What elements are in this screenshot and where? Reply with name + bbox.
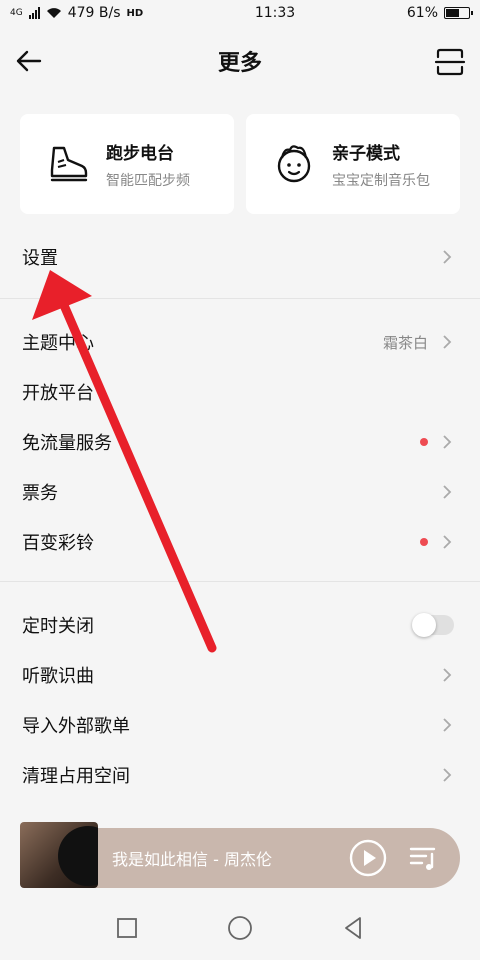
signal-icon bbox=[28, 7, 40, 19]
battery-fill bbox=[446, 9, 459, 17]
chevron-right-icon bbox=[443, 718, 452, 732]
chevron-right-icon bbox=[443, 768, 452, 782]
running-radio-card[interactable]: 跑步电台 智能匹配步频 bbox=[20, 114, 234, 214]
status-left: 4G 479 B/s HD bbox=[10, 5, 143, 21]
status-bar: 4G 479 B/s HD 11:33 61% bbox=[0, 0, 480, 26]
chevron-right-icon bbox=[443, 435, 452, 449]
item-label: 百变彩铃 bbox=[22, 533, 94, 554]
item-label: 票务 bbox=[22, 483, 58, 504]
chevron-right-icon bbox=[443, 250, 452, 264]
item-label: 开放平台 bbox=[22, 383, 94, 404]
item-label: 听歌识曲 bbox=[22, 666, 94, 687]
list-item-song-recognition[interactable]: 听歌识曲 bbox=[0, 650, 480, 700]
list-item-clear-storage[interactable]: 清理占用空间 bbox=[0, 750, 480, 800]
item-label: 导入外部歌单 bbox=[22, 716, 130, 737]
running-shoe-icon bbox=[50, 146, 88, 182]
new-dot-badge bbox=[420, 438, 428, 446]
list-item-import-playlist[interactable]: 导入外部歌单 bbox=[0, 700, 480, 750]
divider bbox=[0, 581, 480, 582]
play-icon[interactable] bbox=[348, 838, 388, 878]
clock: 11:33 bbox=[254, 5, 296, 21]
kids-mode-text: 亲子模式 宝宝定制音乐包 bbox=[332, 139, 430, 190]
list-item-settings[interactable]: 设置 bbox=[0, 230, 480, 284]
list-item-sleep-timer[interactable]: 定时关闭 bbox=[0, 600, 480, 650]
list-item-tickets[interactable]: 票务 bbox=[0, 467, 480, 517]
recent-apps-icon[interactable] bbox=[112, 913, 142, 943]
chevron-right-icon bbox=[443, 668, 452, 682]
vinyl-disc bbox=[58, 826, 98, 886]
network-label: 4G bbox=[10, 8, 23, 18]
card-title: 亲子模式 bbox=[332, 143, 400, 164]
page-title: 更多 bbox=[217, 51, 262, 76]
item-label: 设置 bbox=[22, 248, 58, 269]
baby-face-icon bbox=[277, 145, 311, 183]
back-triangle-icon[interactable] bbox=[338, 913, 368, 943]
wifi-icon bbox=[46, 8, 61, 18]
item-label: 清理占用空间 bbox=[22, 766, 130, 787]
item-label: 免流量服务 bbox=[22, 433, 112, 454]
feature-cards: 跑步电台 智能匹配步频 亲子模式 宝宝定制音乐包 bbox=[20, 114, 460, 214]
list-item-free-data[interactable]: 免流量服务 bbox=[0, 417, 480, 467]
list-item-ringtone[interactable]: 百变彩铃 bbox=[0, 517, 480, 567]
scan-icon[interactable] bbox=[434, 46, 466, 78]
playlist-icon[interactable] bbox=[408, 842, 440, 874]
divider bbox=[0, 298, 480, 299]
card-title: 跑步电台 bbox=[106, 143, 174, 164]
album-cover[interactable] bbox=[20, 822, 98, 888]
battery-icon bbox=[444, 7, 473, 19]
system-nav-bar bbox=[0, 896, 480, 960]
now-playing-title: 我是如此相信 - 周杰伦 bbox=[112, 850, 272, 869]
kids-mode-card[interactable]: 亲子模式 宝宝定制音乐包 bbox=[246, 114, 460, 214]
item-value: 霜茶白 bbox=[382, 333, 428, 352]
sleep-timer-toggle[interactable] bbox=[412, 613, 454, 637]
back-arrow-icon[interactable] bbox=[14, 46, 44, 76]
running-radio-text: 跑步电台 智能匹配步频 bbox=[106, 139, 190, 190]
card-subtitle: 智能匹配步频 bbox=[106, 172, 190, 189]
network-speed: 479 B/s bbox=[67, 5, 121, 21]
chevron-right-icon bbox=[443, 485, 452, 499]
list-item-open-platform[interactable]: 开放平台 bbox=[0, 367, 480, 417]
list-item-theme-center[interactable]: 主题中心 霜茶白 bbox=[0, 317, 480, 367]
new-dot-badge bbox=[420, 538, 428, 546]
chevron-right-icon bbox=[443, 535, 452, 549]
status-right: 61% bbox=[406, 5, 473, 21]
hd-badge: HD bbox=[126, 7, 144, 19]
battery-percent: 61% bbox=[406, 5, 438, 21]
top-bar: 更多 bbox=[0, 26, 480, 96]
card-subtitle: 宝宝定制音乐包 bbox=[332, 172, 430, 189]
item-label: 主题中心 bbox=[22, 333, 94, 354]
mini-player[interactable]: 我是如此相信 - 周杰伦 bbox=[20, 822, 460, 888]
item-label: 定时关闭 bbox=[22, 616, 94, 637]
home-icon[interactable] bbox=[225, 913, 255, 943]
chevron-right-icon bbox=[443, 335, 452, 349]
settings-list: 设置 主题中心 霜茶白 开放平台 免流量服务 票务 百变彩铃 定时关闭 听歌识曲… bbox=[0, 230, 480, 800]
